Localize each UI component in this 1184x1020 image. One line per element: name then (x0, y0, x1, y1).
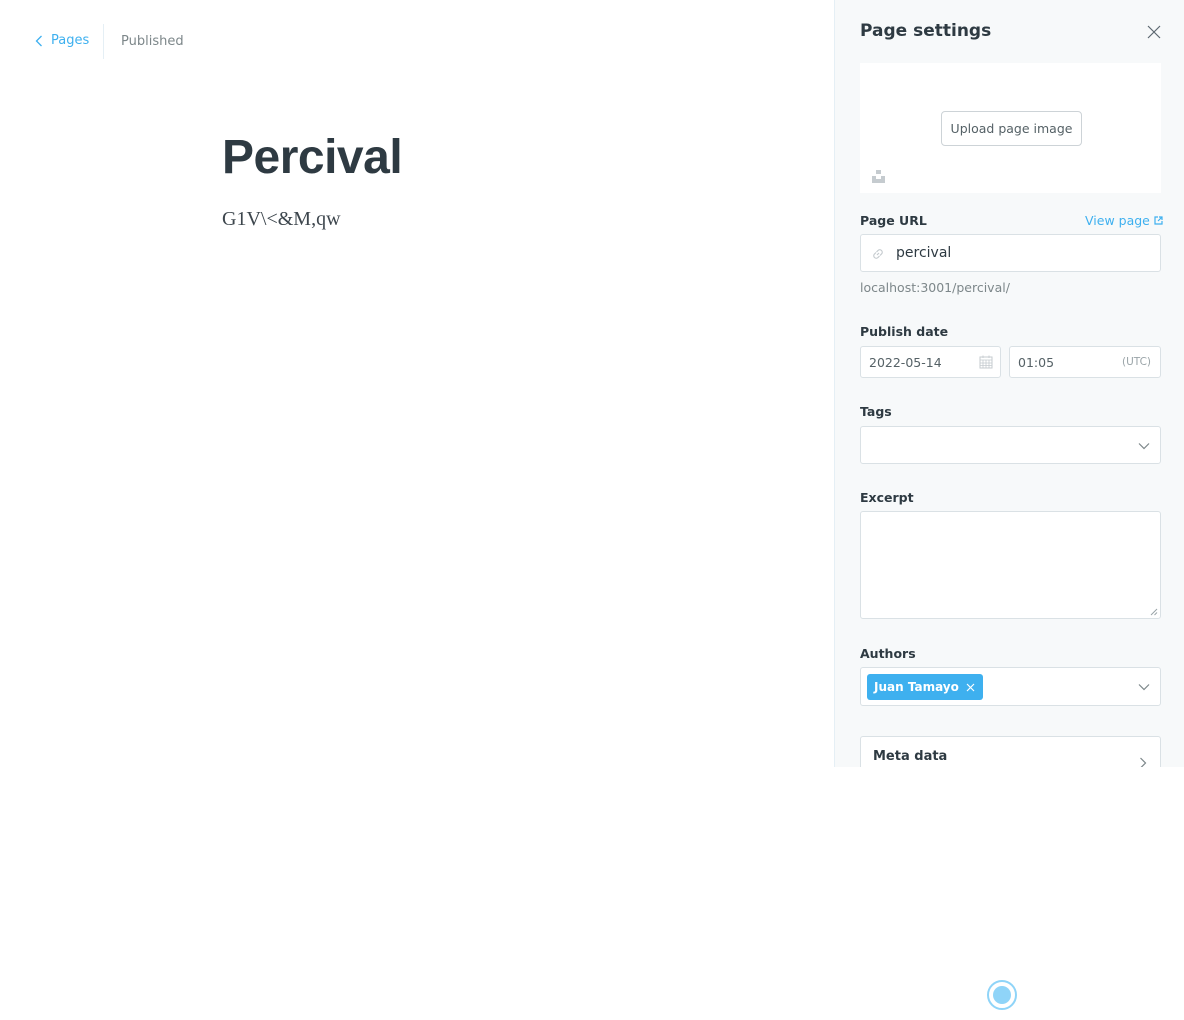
back-link-label: Pages (51, 33, 90, 48)
tags-label: Tags (860, 404, 892, 419)
publish-date-input[interactable]: 2022-05-14 (860, 346, 1001, 378)
chevron-left-icon (35, 35, 42, 46)
page-image-uploader: Upload page image (860, 63, 1161, 193)
close-settings-button[interactable] (1147, 24, 1161, 39)
timezone-label: (UTC) (1122, 356, 1152, 368)
help-widget-button[interactable] (987, 980, 1017, 1010)
page-url-preview: localhost:3001/percival/ (860, 280, 1010, 295)
publish-time-value: 01:05 (1018, 355, 1055, 370)
page-title-input[interactable]: Percival (222, 130, 403, 185)
page-body-editor[interactable]: G1V\<&M,qw (222, 208, 341, 231)
author-token[interactable]: Juan Tamayo (867, 674, 983, 700)
link-icon (873, 249, 883, 259)
back-to-pages-link[interactable]: Pages (35, 33, 89, 48)
publish-time-input[interactable]: 01:05 (UTC) (1009, 346, 1161, 378)
editor-header: Pages Published (0, 0, 834, 84)
chevron-right-icon (1140, 757, 1147, 767)
excerpt-textarea[interactable] (860, 511, 1161, 619)
page-url-input[interactable]: percival (860, 234, 1161, 272)
page-settings-panel: Page settings Upload page image Page URL… (834, 0, 1184, 767)
breadcrumb-divider (103, 24, 104, 59)
meta-data-label: Meta data (873, 749, 948, 764)
authors-select[interactable]: Juan Tamayo (860, 667, 1161, 706)
view-page-label: View page (1085, 213, 1150, 228)
chevron-down-icon (1138, 443, 1150, 450)
settings-title: Page settings (860, 21, 992, 41)
publish-date-label: Publish date (860, 324, 949, 339)
external-link-icon (1154, 216, 1163, 225)
unsplash-icon[interactable] (872, 170, 885, 183)
tags-select[interactable] (860, 426, 1161, 464)
publish-date-value: 2022-05-14 (869, 355, 942, 370)
upload-page-image-button[interactable]: Upload page image (941, 111, 1082, 146)
meta-data-section[interactable]: Meta data (860, 736, 1161, 767)
calendar-icon[interactable] (979, 355, 993, 369)
page-url-value: percival (896, 245, 952, 261)
resize-grip-icon[interactable] (1150, 608, 1158, 616)
page-url-label: Page URL (860, 213, 927, 228)
publish-status: Published (121, 34, 184, 49)
authors-label: Authors (860, 646, 916, 661)
author-name: Juan Tamayo (874, 680, 959, 694)
excerpt-label: Excerpt (860, 490, 914, 505)
view-page-link[interactable]: View page (1085, 213, 1163, 228)
chevron-down-icon (1138, 684, 1150, 691)
close-icon (1147, 25, 1161, 39)
remove-author-icon[interactable] (966, 683, 975, 692)
